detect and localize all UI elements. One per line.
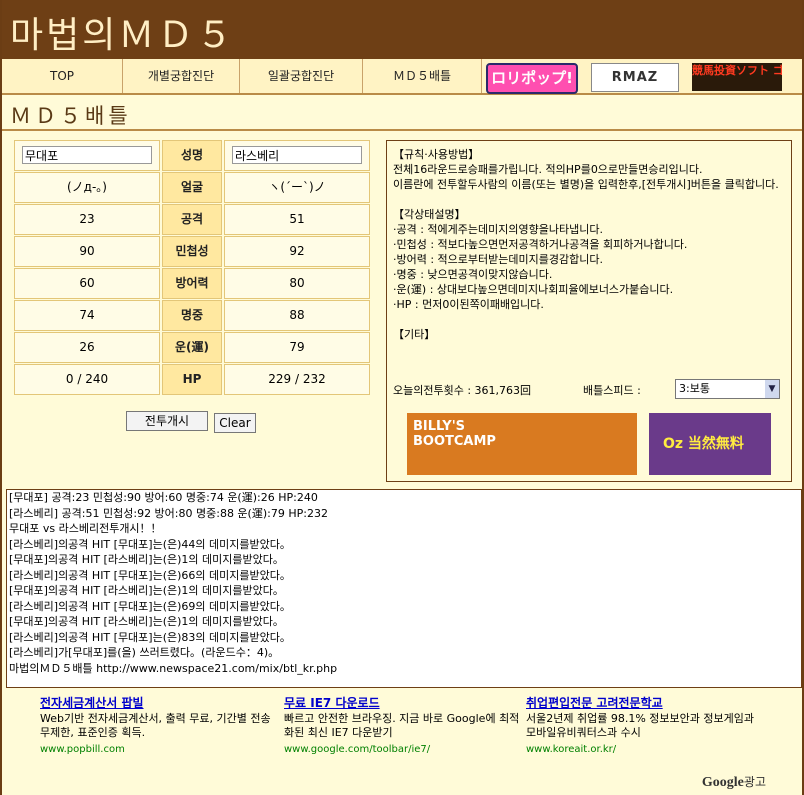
- stat-label: 운(運): [162, 332, 222, 363]
- divider: [2, 129, 802, 131]
- stat-row-hp: 0 / 240 HP 229 / 232: [14, 364, 370, 395]
- ad-desc: 서울2년제 취업률 98.1% 정보보안과 정보게임과 모바일유비쿼터스과 수시: [526, 712, 754, 739]
- right-value: 92: [224, 236, 370, 267]
- ad-desc: Web기반 전자세금계산서, 출력 무료, 기간별 전송무제한, 표준인증 획득…: [40, 712, 271, 739]
- stat-row-face: (ノд-｡) 얼굴 ヽ(´ー`)ノ: [14, 172, 370, 203]
- nav-item-top[interactable]: TOP: [2, 59, 123, 93]
- stat-row-luck: 26 운(運) 79: [14, 332, 370, 363]
- stat-row-accuracy: 74 명중 88: [14, 300, 370, 331]
- right-value: 229 / 232: [224, 364, 370, 395]
- log-line: [무대포]의공격 HIT [라스베리]는(은)1의 데미지를받았다。: [9, 615, 284, 628]
- google-ads-label[interactable]: Google광고: [702, 773, 766, 791]
- left-value: 60: [14, 268, 160, 299]
- log-line: [라스베리]의공격 HIT [무대포]는(은)83의 데미지를받았다。: [9, 630, 291, 644]
- log-line: [라스베리]의공격 HIT [무대포]는(은)44의 데미지를받았다。: [9, 537, 291, 551]
- rmaz-banner[interactable]: RMAZ: [591, 63, 679, 92]
- ad-title[interactable]: 전자세금계산서 팝빌: [40, 696, 280, 710]
- left-value: 26: [14, 332, 160, 363]
- nav-item-battle[interactable]: ＭＤ５배틀: [363, 59, 482, 93]
- log-line: [무대포]의공격 HIT [라스베리]는(은)1의 데미지를받았다。: [9, 553, 284, 566]
- stat-label: 민첩성: [162, 236, 222, 267]
- stat-label: 명중: [162, 300, 222, 331]
- log-line: [라스베리] 공격:51 민첩성:92 방어:80 명중:88 운(運):79 …: [9, 506, 328, 520]
- title-bar: 마법의ＭＤ５: [2, 0, 802, 59]
- stat-label: HP: [162, 364, 222, 395]
- ad-popbill: 전자세금계산서 팝빌 Web기반 전자세금계산서, 출력 무료, 기간별 전송무…: [40, 696, 280, 757]
- left-name-input[interactable]: [22, 146, 152, 164]
- app-title: 마법의ＭＤ５: [10, 15, 236, 56]
- log-line: [무대포] 공격:23 민첩성:90 방어:60 명중:74 운(運):26 H…: [9, 491, 318, 504]
- page-title: ＭＤ５배틀: [10, 104, 132, 128]
- ad-url[interactable]: www.google.com/toolbar/ie7/: [284, 743, 524, 757]
- right-value: 51: [224, 204, 370, 235]
- clear-button[interactable]: Clear: [214, 413, 256, 433]
- left-value: (ノд-｡): [14, 172, 160, 203]
- stat-label: 얼굴: [162, 172, 222, 203]
- left-value: 74: [14, 300, 160, 331]
- speed-label: 배틀스피드 :: [583, 384, 641, 397]
- log-line: 마법의ＭＤ５배틀 http://www.newspace21.com/mix/b…: [9, 661, 338, 675]
- right-name-input[interactable]: [232, 146, 362, 164]
- ad-ie7: 무료 IE7 다운로드 빠르고 안전한 브라우징. 지금 바로 Google에 …: [284, 696, 524, 757]
- lolipop-banner[interactable]: ロリポップ!: [486, 63, 578, 94]
- nav-item-individual[interactable]: 개별궁합진단: [123, 59, 240, 93]
- google-logo: Google: [701, 775, 744, 790]
- ads-suffix: 광고: [743, 775, 766, 789]
- stat-label: 성명: [162, 140, 222, 171]
- left-value: 90: [14, 236, 160, 267]
- left-value: 23: [14, 204, 160, 235]
- right-value: ヽ(´ー`)ノ: [224, 172, 370, 203]
- stat-row-defense: 60 방어력 80: [14, 268, 370, 299]
- stat-row-name: 성명: [14, 140, 370, 171]
- stat-row-attack: 23 공격 51: [14, 204, 370, 235]
- nav-bar: TOP 개별궁합진단 일괄궁합진단 ＭＤ５배틀 ロリポップ! RMAZ 競馬投資…: [2, 59, 802, 95]
- gold-maker-banner[interactable]: 競馬投資ソフト ゴールドメーカー: [692, 63, 782, 91]
- chevron-down-icon[interactable]: ▼: [765, 380, 779, 398]
- rules-panel: 【규칙·사용방법】 전체16라운드로승패를가립니다. 적의HP를0으로만들면승리…: [386, 140, 792, 482]
- start-battle-button[interactable]: 전투개시: [126, 411, 208, 431]
- stat-label: 방어력: [162, 268, 222, 299]
- ad-desc: 빠르고 안전한 브라우징. 지금 바로 Google에 최적화된 최신 IE7 …: [284, 712, 520, 739]
- bootcamp-ad[interactable]: BILLY'S BOOTCAMP: [407, 413, 637, 475]
- speed-value: 3:보통: [679, 382, 710, 395]
- rules-text: 【규칙·사용방법】 전체16라운드로승패를가립니다. 적의HP를0으로만들면승리…: [393, 148, 779, 341]
- stat-row-agility: 90 민첩성 92: [14, 236, 370, 267]
- right-value: 88: [224, 300, 370, 331]
- battle-count: 오늘의전투횟수 : 361,763回: [393, 384, 532, 397]
- ad-text: BILLY'S BOOTCAMP: [413, 419, 496, 449]
- log-line: [라스베리]의공격 HIT [무대포]는(은)69의 데미지를받았다。: [9, 599, 291, 613]
- battle-log: [무대포] 공격:23 민첩성:90 방어:60 명중:74 운(運):26 H…: [6, 489, 802, 688]
- stat-label: 공격: [162, 204, 222, 235]
- ad-text: Oz 当然無料: [663, 436, 744, 452]
- ad-title[interactable]: 취업편입전문 고려전문학교: [526, 696, 766, 710]
- log-line: [무대포]의공격 HIT [라스베리]는(은)1의 데미지를받았다。: [9, 584, 284, 597]
- ad-title[interactable]: 무료 IE7 다운로드: [284, 696, 524, 710]
- google-ads: 전자세금계산서 팝빌 Web기반 전자세금계산서, 출력 무료, 기간별 전송무…: [2, 696, 802, 756]
- right-value: 79: [224, 332, 370, 363]
- speed-select[interactable]: 3:보통 ▼: [675, 379, 780, 399]
- ad-url[interactable]: www.koreait.or.kr/: [526, 743, 766, 757]
- log-line: [라스베리]가[무대포]를(을) 쓰러트렸다。(라운드수：4)。: [9, 646, 280, 659]
- ad-url[interactable]: www.popbill.com: [40, 743, 280, 757]
- log-line: [라스베리]의공격 HIT [무대포]는(은)66의 데미지를받았다。: [9, 568, 291, 582]
- ad-koreait: 취업편입전문 고려전문학교 서울2년제 취업률 98.1% 정보보안과 정보게임…: [526, 696, 766, 757]
- oz-ad[interactable]: Oz 当然無料: [649, 413, 771, 475]
- log-line: 무대포 vs 라스베리전투개시！！: [9, 522, 162, 535]
- left-value: 0 / 240: [14, 364, 160, 395]
- nav-item-bulk[interactable]: 일괄궁합진단: [240, 59, 363, 93]
- right-value: 80: [224, 268, 370, 299]
